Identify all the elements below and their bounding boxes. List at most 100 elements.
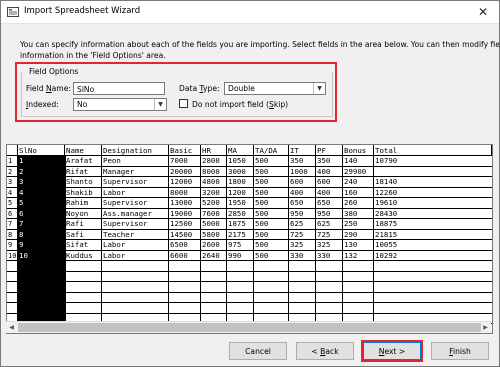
table-cell: 600	[290, 177, 304, 186]
column-header[interactable]: PF	[316, 145, 343, 156]
table-cell: 7	[19, 219, 24, 228]
table-cell: 400	[317, 187, 331, 197]
table-cell: 500	[255, 198, 269, 207]
skip-field-label[interactable]: Do not import field (Skip)	[192, 100, 288, 109]
cancel-button[interactable]: Cancel	[229, 342, 287, 360]
next-label: Next >	[378, 347, 406, 356]
table-cell: Teacher	[103, 229, 135, 239]
data-type-select[interactable]: Double ▼	[224, 82, 326, 95]
field-name-label: Field Name:	[26, 84, 71, 93]
scrollbar-thumb[interactable]	[18, 323, 481, 332]
column-divider	[101, 156, 102, 333]
table-cell: 325	[290, 240, 304, 249]
table-cell: 2800	[202, 156, 220, 165]
table-cell: 400	[317, 166, 331, 176]
indexed-select[interactable]: No ▼	[73, 98, 167, 111]
table-cell: 325	[317, 240, 331, 249]
column-header[interactable]: Total	[374, 145, 492, 156]
window-title: Import Spreadsheet Wizard	[24, 6, 141, 16]
table-cell: 500	[255, 240, 269, 249]
cancel-label: Cancel	[245, 347, 271, 356]
table-cell: 500	[255, 156, 269, 165]
table-cell: 1000	[290, 166, 308, 176]
close-button[interactable]: ✕	[467, 1, 499, 23]
scroll-left-icon[interactable]: ◀	[6, 322, 17, 333]
table-cell: Safi	[66, 229, 84, 239]
column-header[interactable]: SlNo	[18, 145, 65, 156]
table-cell: Rafi	[66, 219, 84, 228]
finish-button[interactable]: Finish	[431, 342, 489, 360]
close-icon: ✕	[477, 5, 489, 19]
table-cell: 18875	[375, 219, 398, 228]
table-cell: 1800	[228, 177, 246, 186]
column-divider	[226, 156, 227, 333]
table-cell: Labor	[103, 187, 126, 197]
table-cell: 13000	[170, 198, 193, 207]
column-header[interactable]: Basic	[169, 145, 201, 156]
column-header[interactable]: Designation	[102, 145, 169, 156]
table-cell: 5000	[202, 219, 220, 228]
row-divider	[7, 281, 492, 282]
table-cell: 625	[317, 219, 331, 228]
chevron-down-icon: ▼	[154, 99, 166, 110]
description-line-1: You can specify information about each o…	[20, 40, 500, 49]
access-app-icon	[7, 7, 19, 17]
table-cell: 5800	[202, 229, 220, 239]
table-cell: 10790	[375, 156, 398, 165]
table-cell: 2850	[228, 208, 246, 218]
table-cell: Labor	[103, 250, 126, 260]
next-button[interactable]: Next >	[363, 342, 421, 360]
column-header[interactable]: MA	[227, 145, 254, 156]
table-cell: 500	[255, 250, 269, 260]
table-cell: 132	[344, 250, 358, 260]
table-cell: 6	[19, 208, 24, 218]
field-name-input[interactable]: SlNo	[73, 82, 165, 95]
column-header[interactable]: TA/DA	[254, 145, 289, 156]
column-divider	[64, 156, 65, 333]
table-cell: 500	[255, 177, 269, 186]
table-cell: 28430	[375, 208, 398, 218]
table-cell: 130	[344, 240, 358, 249]
column-header[interactable]: Bonus	[343, 145, 374, 156]
table-cell: Supervisor	[103, 198, 148, 207]
column-header[interactable]: IT	[289, 145, 316, 156]
table-cell: 12260	[375, 187, 398, 197]
table-cell: 8	[19, 229, 24, 239]
table-cell: 6600	[170, 250, 188, 260]
skip-field-checkbox[interactable]	[179, 99, 188, 108]
table-cell: Rifat	[66, 166, 89, 176]
table-cell: 725	[290, 229, 304, 239]
table-cell: 10055	[375, 240, 398, 249]
field-options-legend: Field Options	[27, 67, 81, 76]
horizontal-scrollbar[interactable]: ◀ ▶	[6, 321, 491, 333]
field-options-group: Field Options Field Name: SlNo Data Type…	[15, 62, 337, 122]
table-cell: 650	[290, 198, 304, 207]
table-cell: 350	[317, 156, 331, 165]
column-divider	[168, 156, 169, 333]
table-cell: Noyon	[66, 208, 89, 218]
back-button[interactable]: < Back	[296, 342, 354, 360]
table-cell: 500	[255, 208, 269, 218]
table-cell: 12000	[170, 177, 193, 186]
scroll-right-icon[interactable]: ▶	[480, 322, 491, 333]
table-cell: 160	[344, 187, 358, 197]
column-divider	[342, 156, 343, 333]
column-header[interactable]: Name	[65, 145, 102, 156]
table-cell: 6500	[170, 240, 188, 249]
table-cell: 1950	[228, 198, 246, 207]
row-divider	[7, 302, 492, 303]
title-bar: Import Spreadsheet Wizard ✕	[1, 1, 499, 24]
table-cell: 725	[317, 229, 331, 239]
column-header[interactable]: HR	[201, 145, 227, 156]
table-cell: Arafat	[66, 156, 93, 165]
table-cell: 21815	[375, 229, 398, 239]
column-divider	[373, 156, 374, 333]
data-preview-grid[interactable]: SlNo Name Designation Basic HR MA TA/DA IT PF Bon…	[6, 144, 493, 334]
table-cell: Sifat	[66, 240, 89, 249]
data-type-label: Data Type:	[179, 84, 220, 93]
table-cell: 19000	[170, 208, 193, 218]
table-cell: 380	[344, 208, 358, 218]
table-cell: 10	[19, 250, 28, 260]
table-cell: 20000	[170, 166, 193, 176]
table-cell: 330	[317, 250, 331, 260]
